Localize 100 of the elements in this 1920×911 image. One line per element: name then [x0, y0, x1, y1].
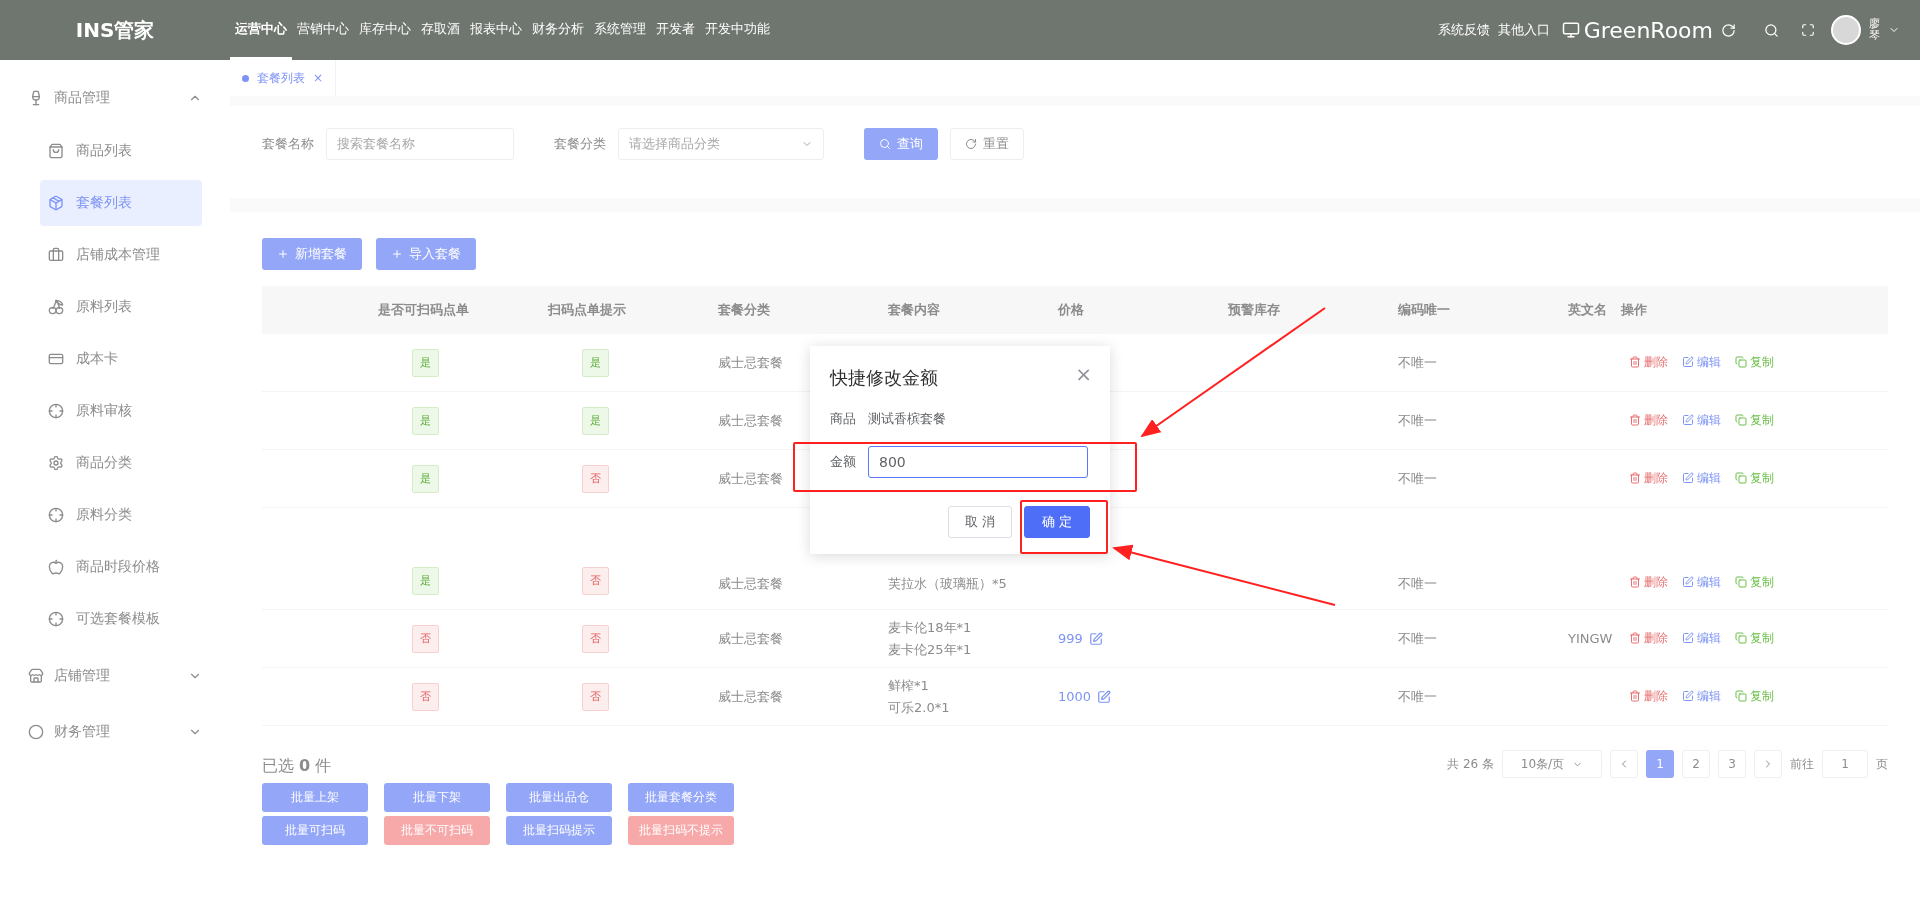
column-header: 英文名	[1568, 302, 1607, 317]
table-cell-text: 芙拉水（玻璃瓶）*5	[888, 575, 1007, 593]
goto-label: 前往	[1790, 755, 1814, 773]
menu-item[interactable]: 商品时段价格	[40, 544, 202, 590]
search-button[interactable]: 查询	[864, 128, 938, 160]
row-action-link[interactable]: 复制	[1735, 684, 1774, 707]
menu-group[interactable]: 店铺管理	[0, 648, 230, 704]
goto-field[interactable]: 1	[1822, 750, 1868, 778]
row-action-link[interactable]: 删除	[1629, 571, 1668, 593]
category-select[interactable]: 请选择商品分类	[618, 128, 824, 160]
cancel-button[interactable]: 取 消	[948, 506, 1012, 538]
batch-button[interactable]: 批量扫码不提示	[628, 816, 734, 845]
reset-button[interactable]: 重置	[950, 128, 1024, 160]
row-action-link[interactable]: 编辑	[1682, 466, 1721, 489]
crosshair-icon	[48, 507, 64, 523]
price-link[interactable]: 1000	[1058, 685, 1112, 708]
row-action-link[interactable]: 删除	[1629, 466, 1668, 489]
plus-icon	[277, 248, 289, 260]
menu-item[interactable]: 成本卡	[40, 336, 202, 382]
status-tag: 是	[412, 567, 439, 595]
nav-tab[interactable]: 开发中功能	[700, 0, 775, 60]
row-action-link[interactable]: 编辑	[1682, 684, 1721, 707]
batch-button[interactable]: 批量扫码提示	[506, 816, 612, 845]
row-action-link[interactable]: 编辑	[1682, 626, 1721, 649]
batch-button[interactable]: 批量可扫码	[262, 816, 368, 845]
row-action-link[interactable]: 删除	[1629, 626, 1668, 649]
row-action-link[interactable]: 编辑	[1682, 350, 1721, 373]
batch-button[interactable]: 批量不可扫码	[384, 816, 490, 845]
total-count: 共 26 条	[1447, 755, 1494, 773]
edit-icon	[1682, 576, 1694, 588]
row-action-link[interactable]: 删除	[1629, 408, 1668, 431]
menu-item[interactable]: 套餐列表	[40, 180, 202, 226]
row-action-link[interactable]: 复制	[1735, 626, 1774, 649]
menu-item[interactable]: 店铺成本管理	[40, 232, 202, 278]
add-button[interactable]: 新增套餐	[262, 238, 362, 270]
trash-icon	[1629, 576, 1641, 588]
table-cell: 不唯一	[1398, 630, 1437, 646]
menu-item[interactable]: 可选套餐模板	[40, 596, 202, 642]
row-action-link[interactable]: 复制	[1735, 350, 1774, 373]
row-action-link[interactable]: 复制	[1735, 408, 1774, 431]
store-icon	[28, 668, 44, 684]
top-link[interactable]: 其他入口	[1497, 21, 1550, 39]
page-suffix: 页	[1876, 755, 1888, 773]
batch-button[interactable]: 批量上架	[262, 783, 368, 812]
batch-button[interactable]: 批量出品仓	[506, 783, 612, 812]
trash-icon	[1629, 355, 1641, 368]
table-cell-text: 鲜榨*1	[888, 676, 929, 695]
store-name[interactable]: GreenRoom	[1583, 17, 1713, 43]
bag-icon	[48, 143, 64, 159]
row-action-link[interactable]: 复制	[1735, 466, 1774, 489]
page-button[interactable]: 2	[1682, 750, 1710, 778]
copy-icon	[1735, 576, 1747, 588]
row-action-link[interactable]: 编辑	[1682, 408, 1721, 431]
menu-item[interactable]: 原料审核	[40, 388, 202, 434]
confirm-button[interactable]: 确 定	[1024, 506, 1090, 538]
menu-item[interactable]: 商品分类	[40, 440, 202, 486]
page-button[interactable]: 3	[1718, 750, 1746, 778]
menu-group[interactable]: 财务管理	[0, 704, 230, 760]
table-cell: 威士忌套餐	[718, 576, 783, 591]
page-button[interactable]: 1	[1646, 750, 1674, 778]
import-button[interactable]: 导入套餐	[376, 238, 476, 270]
page-tab[interactable]: 套餐列表 ×	[230, 60, 337, 96]
nav-tab[interactable]: 开发者	[651, 0, 700, 60]
price-link[interactable]: 999	[1058, 627, 1103, 650]
top-link[interactable]: 系统反馈	[1437, 21, 1490, 39]
nav-tab[interactable]: 财务分析	[527, 0, 589, 60]
search-icon[interactable]	[1764, 22, 1779, 38]
cherry-icon	[48, 299, 64, 315]
filter-label: 套餐分类	[554, 135, 606, 153]
selection-count: 已选 0 件	[262, 756, 333, 777]
row-action-link[interactable]: 复制	[1735, 571, 1774, 593]
menu-item[interactable]: 商品列表	[40, 128, 202, 174]
page-size-select[interactable]: 10条/页	[1502, 750, 1602, 778]
nav-tab[interactable]: 报表中心	[465, 0, 527, 60]
copy-icon	[1735, 413, 1747, 426]
menu-item[interactable]: 原料列表	[40, 284, 202, 330]
menu-item[interactable]: 原料分类	[40, 492, 202, 538]
trash-icon	[1629, 689, 1641, 702]
refresh-icon[interactable]	[1721, 22, 1736, 38]
close-button[interactable]: ×	[1075, 362, 1092, 386]
row-action-link[interactable]: 删除	[1629, 350, 1668, 373]
card-icon	[48, 351, 64, 367]
batch-button[interactable]: 批量下架	[384, 783, 490, 812]
avatar[interactable]	[1831, 15, 1861, 45]
table-cell: 不唯一	[1398, 412, 1437, 428]
row-action-link[interactable]: 编辑	[1682, 571, 1721, 593]
menu-group[interactable]: 商品管理	[0, 70, 230, 126]
row-action-link[interactable]: 删除	[1629, 684, 1668, 707]
column-header: 编码唯一	[1398, 302, 1450, 317]
fullscreen-icon[interactable]	[1801, 23, 1815, 37]
edit-icon	[1097, 689, 1112, 704]
status-tag: 是	[412, 464, 439, 493]
nav-tab[interactable]: 系统管理	[589, 0, 651, 60]
logo: INS管家	[74, 16, 156, 44]
nav-tab[interactable]: 库存中心	[354, 0, 416, 60]
name-field[interactable]: 搜索套餐名称	[326, 128, 514, 160]
amount-field[interactable]: 800	[868, 446, 1088, 478]
nav-tab[interactable]: 存取酒	[416, 0, 465, 60]
batch-button[interactable]: 批量套餐分类	[628, 783, 734, 812]
nav-tab[interactable]: 营销中心	[292, 0, 354, 60]
